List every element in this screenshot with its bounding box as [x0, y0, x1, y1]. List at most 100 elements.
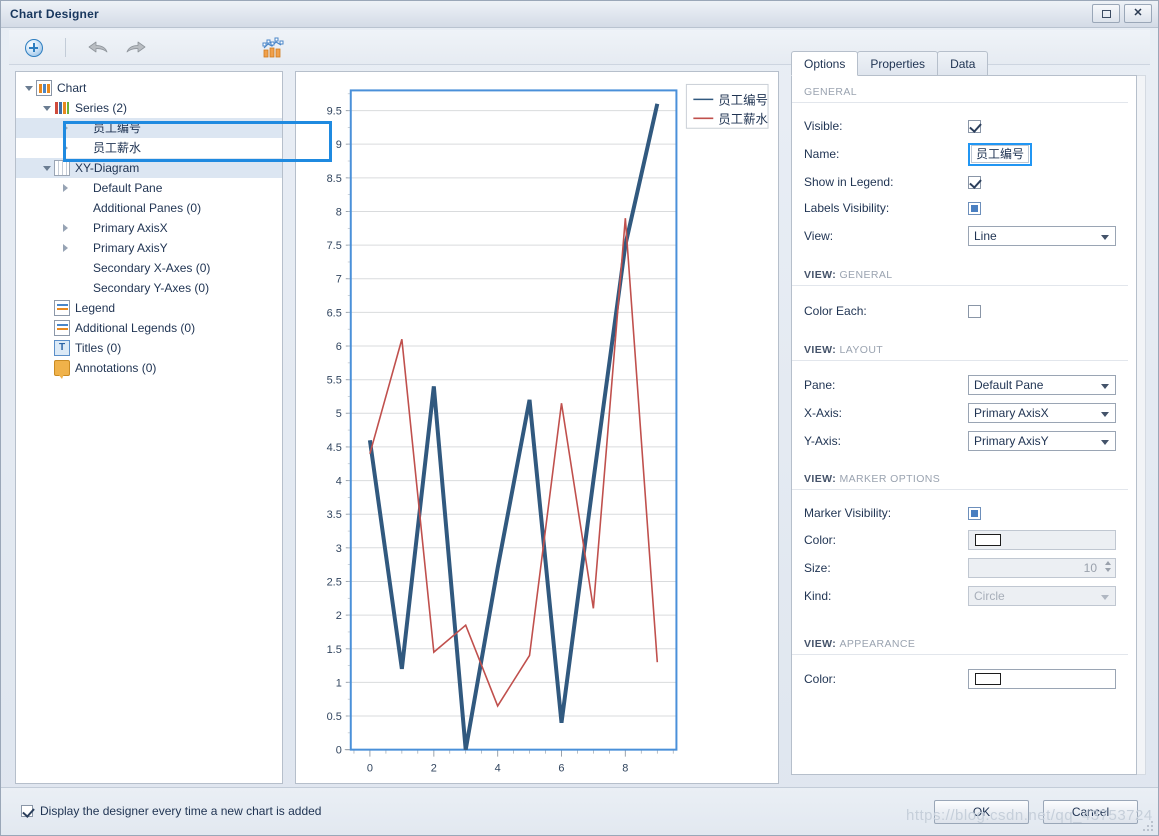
tree-node-13[interactable]: T Titles (0) — [16, 338, 282, 358]
close-button[interactable]: ✕ — [1124, 4, 1152, 23]
svg-text:4.5: 4.5 — [327, 442, 342, 454]
tree-node-4[interactable]: XY-Diagram — [16, 158, 282, 178]
row-marker-size: Size: 10 — [792, 554, 1136, 582]
pane-select[interactable]: Default Pane — [968, 375, 1116, 395]
chevron-down-icon[interactable] — [40, 161, 54, 175]
grid-icon — [54, 160, 70, 176]
marker-color-picker[interactable] — [968, 530, 1116, 550]
display-designer-option[interactable]: Display the designer every time a new ch… — [21, 804, 321, 818]
view-select-value: Line — [974, 229, 997, 243]
chevron-right-icon[interactable] — [58, 141, 72, 155]
tree-node-label: Primary AxisY — [93, 241, 168, 255]
labels-visibility-checkbox[interactable] — [968, 201, 981, 215]
svg-text:8: 8 — [622, 763, 628, 775]
svg-text:7: 7 — [336, 274, 342, 286]
tree-node-0[interactable]: Chart — [16, 78, 282, 98]
tree-node-14[interactable]: Annotations (0) — [16, 358, 282, 379]
row-color-each: Color Each: — [792, 296, 1136, 326]
redo-button[interactable] — [123, 35, 149, 61]
show-in-legend-checkbox[interactable] — [968, 175, 981, 189]
chart-preview-panel[interactable]: 0 0.5 1 1.5 2 2.5 3 3.5 4 4.5 5 5.5 6 6.5 7 7.5 8 8.5 9 9.5… — [295, 71, 779, 784]
appearance-color-label: Color: — [804, 672, 837, 686]
marker-kind-select[interactable]: Circle — [968, 586, 1116, 606]
color-each-checkbox[interactable] — [968, 304, 981, 318]
yaxis-select[interactable]: Primary AxisY — [968, 431, 1116, 451]
cancel-button[interactable]: Cancel — [1043, 800, 1138, 824]
tree-node-label: Primary AxisX — [93, 221, 168, 235]
ok-button-label: OK — [972, 805, 991, 819]
svg-text:3.5: 3.5 — [327, 509, 342, 521]
maximize-button[interactable] — [1092, 4, 1120, 23]
close-icon: ✕ — [1133, 7, 1143, 19]
resize-grip-icon[interactable] — [1142, 820, 1155, 833]
section-view-marker: VIEW: MARKER OPTIONS — [792, 473, 1128, 490]
tree-node-6[interactable]: Additional Panes (0) — [16, 198, 282, 218]
chevron-right-icon[interactable] — [58, 121, 72, 135]
tree-node-label: Additional Legends (0) — [75, 321, 196, 335]
tree-node-8[interactable]: Primary AxisY — [16, 238, 282, 258]
display-designer-checkbox[interactable] — [21, 805, 33, 817]
show-in-legend-label: Show in Legend: — [804, 175, 894, 189]
cancel-button-label: Cancel — [1071, 805, 1110, 819]
section-view-layout: VIEW: LAYOUT — [792, 344, 1128, 361]
chevron-right-icon[interactable] — [58, 181, 72, 195]
svg-text:0.5: 0.5 — [327, 711, 342, 723]
view-label: View: — [804, 229, 834, 243]
row-show-in-legend: Show in Legend: — [792, 169, 1136, 195]
tree-node-1[interactable]: Series (2) — [16, 98, 282, 118]
tree-node-10[interactable]: Secondary Y-Axes (0) — [16, 278, 282, 298]
series-icon — [54, 100, 70, 116]
chevron-right-icon[interactable] — [58, 221, 72, 235]
undo-button[interactable] — [85, 35, 111, 61]
pane-select-value: Default Pane — [974, 378, 1044, 392]
tree-icon-spacer — [72, 280, 88, 296]
tree-node-3[interactable]: 员工薪水 — [16, 138, 282, 158]
tree-node-12[interactable]: Additional Legends (0) — [16, 318, 282, 338]
undo-arrow-icon — [88, 41, 108, 53]
legend-icon — [54, 320, 70, 336]
tree-node-5[interactable]: Default Pane — [16, 178, 282, 198]
tree-list: Chart Series (2) 员工编号 员工薪水 XY-Diagram Default… — [16, 72, 282, 379]
tab-data[interactable]: Data — [937, 51, 989, 76]
tree-node-9[interactable]: Secondary X-Axes (0) — [16, 258, 282, 278]
section-view-appearance-title: APPEARANCE — [839, 638, 916, 650]
chart-type-button[interactable] — [259, 35, 287, 61]
tree-node-11[interactable]: Legend — [16, 298, 282, 318]
tab-properties[interactable]: Properties — [857, 51, 939, 76]
chevron-down-icon[interactable] — [40, 101, 54, 115]
tab-options[interactable]: Options — [791, 51, 859, 76]
row-xaxis: X-Axis: Primary AxisX — [792, 399, 1136, 427]
section-view-appearance-prefix: VIEW: — [804, 638, 837, 650]
chevron-down-icon[interactable] — [22, 81, 36, 95]
tree-icon-spacer — [72, 200, 88, 216]
tree-node-2[interactable]: 员工编号 — [16, 118, 282, 138]
xaxis-select[interactable]: Primary AxisX — [968, 403, 1116, 423]
options-scrollbar[interactable] — [1137, 75, 1146, 775]
tree-node-label: Secondary X-Axes (0) — [93, 261, 211, 275]
section-view-marker-title: MARKER OPTIONS — [839, 473, 941, 485]
svg-text:2: 2 — [336, 610, 342, 622]
appearance-color-picker[interactable] — [968, 669, 1116, 689]
visible-checkbox[interactable] — [968, 119, 981, 133]
svg-text:5.5: 5.5 — [327, 375, 342, 387]
svg-text:8.5: 8.5 — [327, 173, 342, 185]
row-pane: Pane: Default Pane — [792, 371, 1136, 399]
section-view-layout-title: LAYOUT — [839, 344, 884, 356]
footer-buttons: OK Cancel — [934, 800, 1138, 824]
marker-visibility-checkbox[interactable] — [968, 506, 981, 520]
name-input[interactable]: 员工编号 — [971, 144, 1030, 163]
chart-element-tree[interactable]: Chart Series (2) 员工编号 员工薪水 XY-Diagram Default… — [15, 71, 283, 784]
marker-color-label: Color: — [804, 533, 837, 547]
tree-node-7[interactable]: Primary AxisX — [16, 218, 282, 238]
marker-size-stepper[interactable]: 10 — [968, 558, 1116, 578]
options-content: GENERAL Visible: Name: 员工编号 Show in Lege… — [791, 75, 1137, 775]
view-select[interactable]: Line — [968, 226, 1116, 246]
ok-button[interactable]: OK — [934, 800, 1029, 824]
tree-node-label: Annotations (0) — [75, 361, 157, 375]
chevron-right-icon[interactable] — [58, 241, 72, 255]
name-field-highlight: 员工编号 — [968, 142, 1033, 166]
add-series-button[interactable] — [21, 35, 47, 61]
